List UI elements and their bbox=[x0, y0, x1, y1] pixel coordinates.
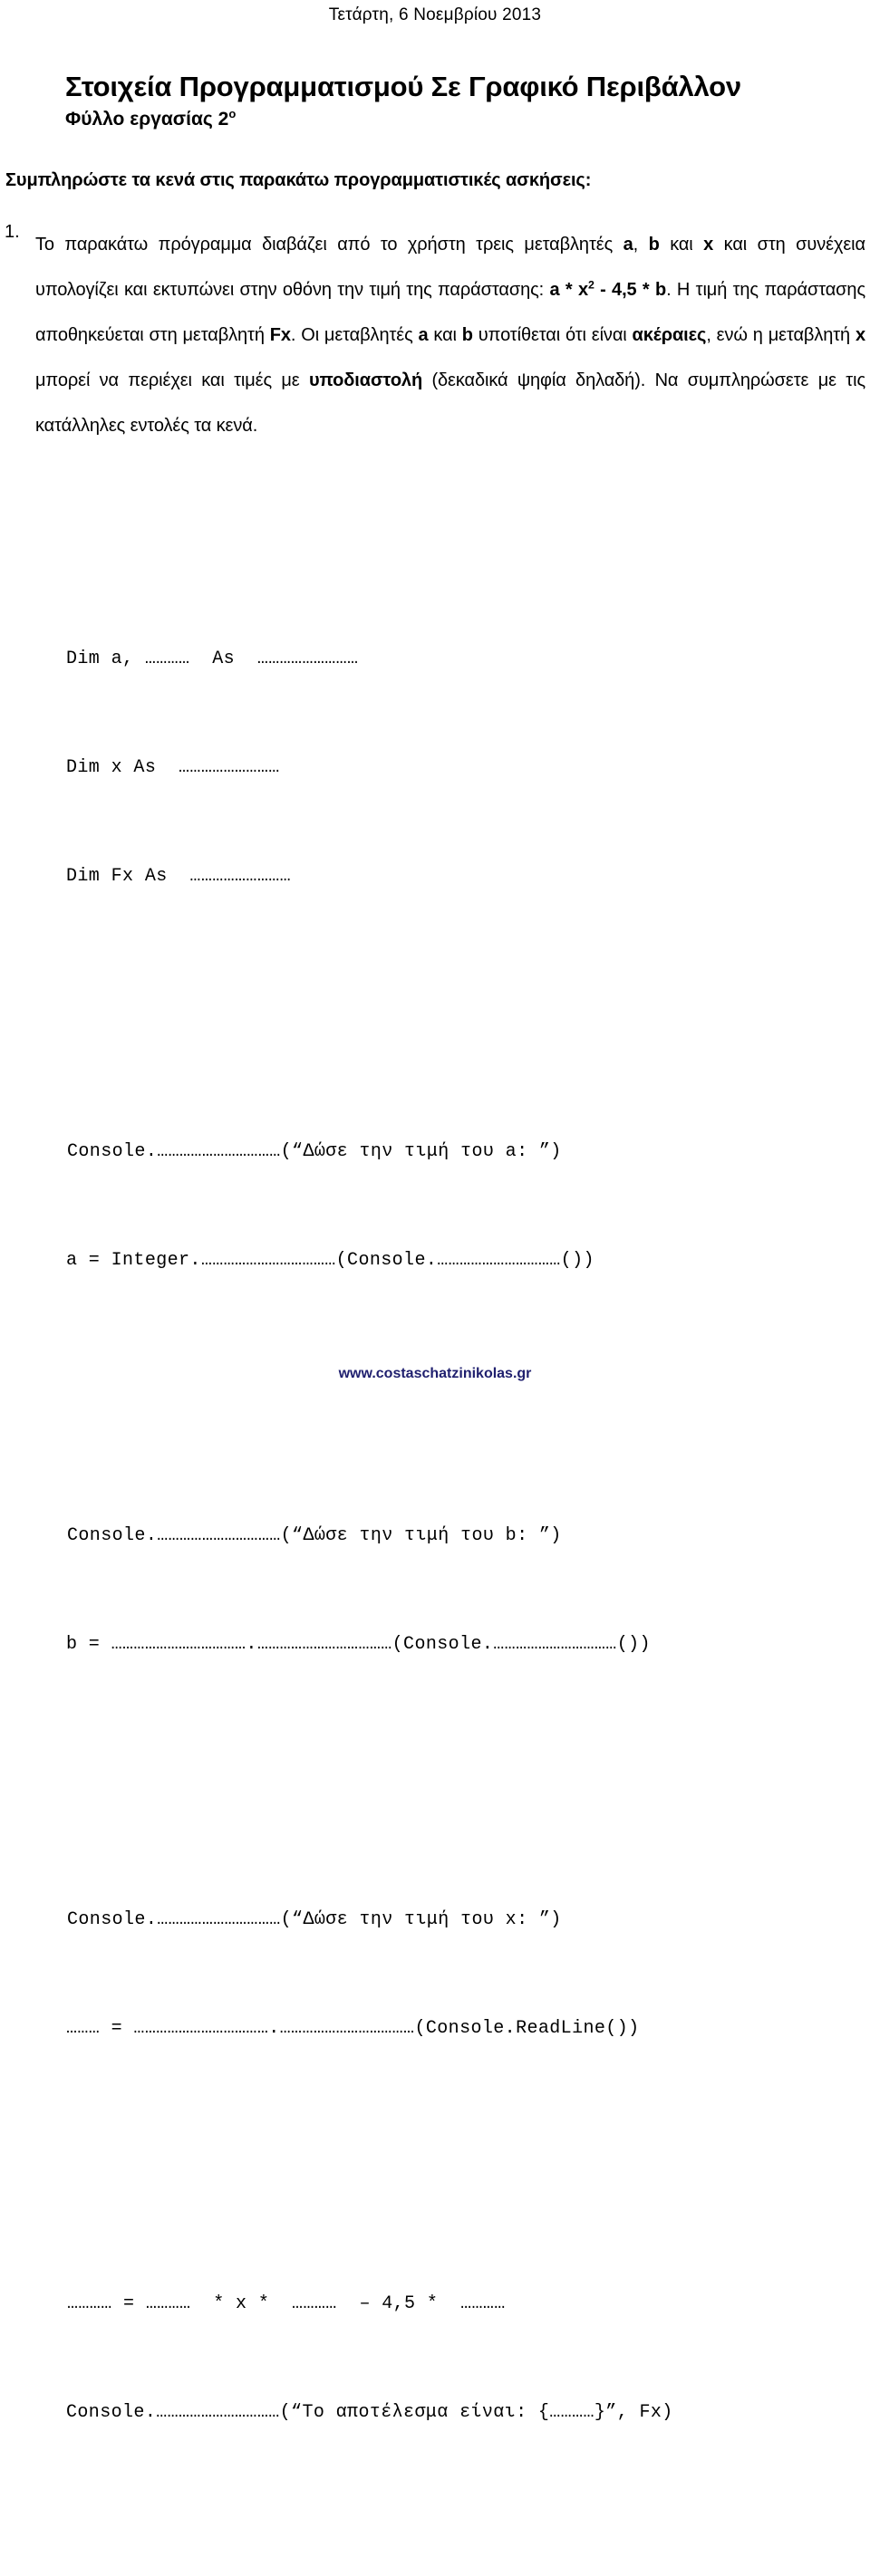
exercise-body: Το παρακάτω πρόγραμμα διαβάζει από το χρ… bbox=[35, 222, 865, 448]
expression-part-a: a * x bbox=[549, 280, 589, 300]
code-group-compute-output: ………… = ………… * x * ………… – 4,5 * ………… Cons… bbox=[66, 2214, 673, 2504]
term-integers: ακέραιες bbox=[632, 325, 707, 345]
code-line: Dim a, ………… As ……………………… bbox=[66, 649, 359, 669]
exercise-number: 1. bbox=[5, 222, 20, 242]
code-line: ………… = ………… * x * ………… – 4,5 * ………… bbox=[67, 2293, 506, 2314]
code-line: Dim Fx As ……………………… bbox=[66, 866, 292, 887]
variable-x-1: x bbox=[703, 235, 714, 255]
code-line: Dim x As ……………………… bbox=[66, 757, 280, 778]
instruction-line: Συμπληρώστε τα κενά στις παρακάτω προγρα… bbox=[5, 170, 592, 190]
page-subtitle-ordinal: ο bbox=[228, 106, 237, 120]
code-line: ……… = ……………………………….………………………………(Console.… bbox=[66, 2018, 640, 2039]
term-decimal-point: υποδιαστολή bbox=[308, 370, 423, 390]
code-line: b = ……………………………….………………………………(Console.……… bbox=[66, 1634, 651, 1655]
code-group-read-b: Console.……………………………(“Δώσε την τιμή του b… bbox=[66, 1446, 673, 1735]
code-group-read-x: Console.……………………………(“Δώσε την τιμή του x… bbox=[66, 1830, 673, 2119]
variable-fx: Fx bbox=[269, 325, 291, 345]
exercise-text-6: . Οι μεταβλητές bbox=[290, 325, 419, 345]
code-line: Console.……………………………(“Δώσε την τιμή του b… bbox=[67, 1525, 562, 1546]
document-page: Τετάρτη, 6 Νοεμβρίου 2013 Στοιχεία Προγρ… bbox=[0, 0, 870, 2423]
page-subtitle-text: Φύλλο εργασίας 2 bbox=[65, 108, 229, 130]
variable-x-2: x bbox=[855, 325, 865, 345]
page-title: Στοιχεία Προγραμματισμού Σε Γραφικό Περι… bbox=[65, 71, 741, 102]
exercise-text-8: υποτίθεται ότι είναι bbox=[472, 325, 633, 345]
code-line: a = Integer.………………………………(Console.…………………… bbox=[66, 1250, 594, 1271]
variable-b-2: b bbox=[461, 325, 473, 345]
variable-a-2: a bbox=[418, 325, 429, 345]
code-line: Console.……………………………(“Δώσε την τιμή του a… bbox=[67, 1141, 562, 1162]
title-block: Στοιχεία Προγραμματισμού Σε Γραφικό Περι… bbox=[65, 71, 845, 130]
exercise-text-1: Το παρακάτω πρόγραμμα διαβάζει από το χρ… bbox=[35, 235, 624, 255]
expression-exponent: 2 bbox=[587, 278, 594, 292]
exercise-text-3: και bbox=[659, 235, 704, 255]
variable-a-1: a bbox=[623, 235, 633, 255]
code-group-declarations: Dim a, ………… As ……………………… Dim x As ………………… bbox=[66, 569, 673, 967]
exercise-text-7: και bbox=[428, 325, 462, 345]
document-date-header: Τετάρτη, 6 Νοεμβρίου 2013 bbox=[328, 5, 542, 24]
exercise-text-10: μπορεί να περιέχει και τιμές με bbox=[35, 370, 309, 390]
expression-part-b: - 4,5 * b bbox=[594, 280, 667, 300]
exercise-text-2: , bbox=[633, 235, 649, 255]
expression-formula: a * x2 - 4,5 * b bbox=[549, 278, 667, 300]
page-subtitle: Φύλλο εργασίας 2ο bbox=[65, 106, 845, 130]
exercise-item-1: 1. Το παρακάτω πρόγραμμα διαβάζει από το… bbox=[5, 222, 865, 448]
code-line: Console.……………………………(“Δώσε την τιμή του x… bbox=[67, 1909, 562, 1930]
footer-url[interactable]: www.costaschatzinikolas.gr bbox=[0, 1366, 870, 1382]
variable-b-1: b bbox=[648, 235, 660, 255]
exercise-text-9: , ενώ η μεταβλητή bbox=[706, 325, 856, 345]
code-line: Console.……………………………(“Το αποτέλεσμα είναι… bbox=[66, 2402, 673, 2423]
code-group-read-a: Console.……………………………(“Δώσε την τιμή του a… bbox=[66, 1062, 673, 1351]
code-block: Dim a, ………… As ……………………… Dim x As ………………… bbox=[66, 496, 673, 2576]
